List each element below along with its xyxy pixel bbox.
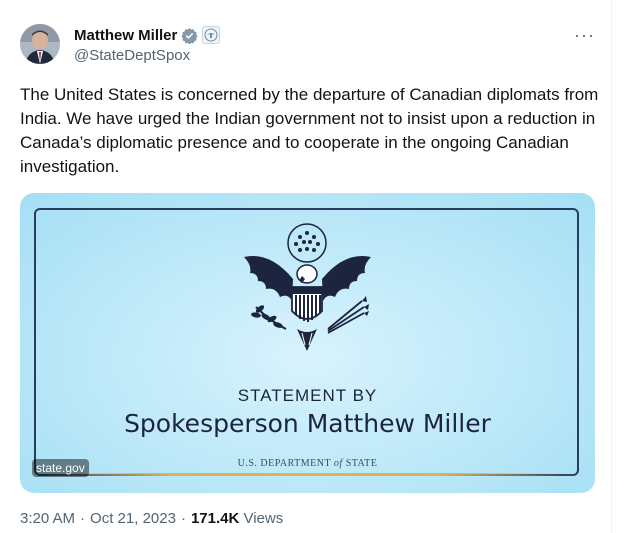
link-card[interactable]: STATEMENT BY Spokesperson Matthew Miller… <box>20 193 595 493</box>
card-gold-accent <box>34 473 579 476</box>
great-seal-eagle-icon <box>244 223 371 351</box>
card-title: Spokesperson Matthew Miller <box>124 409 491 438</box>
meta-separator-2: · <box>180 510 186 527</box>
profile-photo-icon <box>20 24 60 64</box>
card-domain-badge[interactable]: state.gov <box>32 459 89 477</box>
more-options-icon[interactable]: ··· <box>574 26 595 44</box>
tweet-text: The United States is concerned by the de… <box>20 85 599 176</box>
avatar[interactable] <box>20 24 60 64</box>
dept-suffix: STATE <box>345 458 378 469</box>
verified-badge-icon <box>181 27 199 44</box>
dept-prefix: U.S. DEPARTMENT <box>237 458 331 469</box>
card-statement-by: STATEMENT BY <box>237 386 378 405</box>
tweet-meta: 3:20 AM · Oct 21, 2023 · 171.4K Views <box>20 510 283 527</box>
views-label: Views <box>243 510 284 527</box>
column-border <box>611 0 612 533</box>
author-name[interactable]: Matthew Miller <box>74 27 177 44</box>
state-department-seal-icon[interactable] <box>202 26 221 44</box>
tweet-time[interactable]: 3:20 AM <box>20 510 75 527</box>
views-count: 171.4K <box>190 510 240 527</box>
dept-of: of <box>333 458 343 469</box>
author-handle[interactable]: @StateDeptSpox <box>74 47 190 64</box>
tweet-date[interactable]: Oct 21, 2023 <box>90 510 176 527</box>
card-department-wordmark: U.S. DEPARTMENT of STATE <box>20 458 595 469</box>
author-name-row: Matthew Miller <box>74 26 221 44</box>
meta-separator: · <box>80 510 86 527</box>
views: 171.4K Views <box>191 510 283 527</box>
